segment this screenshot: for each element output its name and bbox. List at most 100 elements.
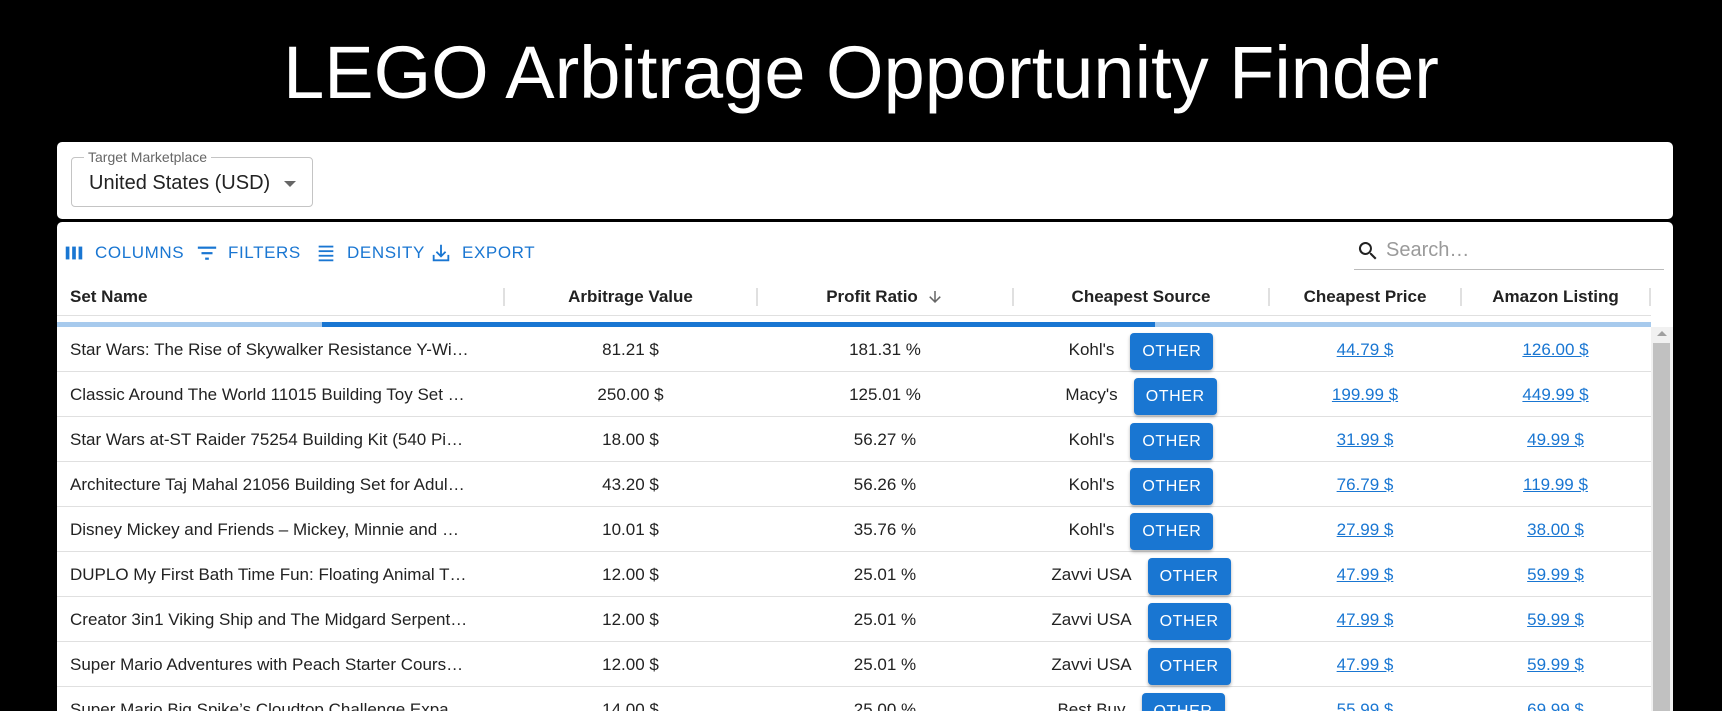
search-icon	[1358, 241, 1377, 259]
column-header-cheapest-price[interactable]: Cheapest Price	[1270, 278, 1460, 316]
cell-arbitrage-value: 12.00 $	[602, 609, 659, 629]
cheapest-price-link[interactable]: 47.99 $	[1337, 655, 1394, 675]
cheapest-price-link[interactable]: 47.99 $	[1337, 565, 1394, 585]
source-name: Kohl's	[1068, 519, 1115, 539]
cheapest-price-link[interactable]: 31.99 $	[1337, 430, 1394, 450]
source-name: Zavvi USA	[1051, 564, 1132, 584]
column-header-amazon-listing[interactable]: Amazon Listing	[1462, 278, 1649, 316]
cell-cheapest-source: Best Buy OTHER	[1014, 687, 1268, 711]
amazon-listing-link[interactable]: 449.99 $	[1522, 385, 1588, 405]
source-type-button[interactable]: OTHER	[1141, 693, 1225, 711]
marketplace-select-label: Target Marketplace	[84, 149, 212, 165]
source-type-button[interactable]: OTHER	[1147, 603, 1231, 640]
set-name-text: Architecture Taj Mahal 21056 Building Se…	[70, 474, 465, 494]
source-name: Macy's	[1065, 384, 1118, 404]
cheapest-price-link[interactable]: 27.99 $	[1337, 520, 1394, 540]
cell-amazon-listing: 69.99 $	[1462, 687, 1649, 711]
cell-profit-ratio: 25.00 %	[853, 699, 917, 711]
cell-amazon-listing: 49.99 $	[1462, 417, 1649, 462]
cell-cheapest-price: 76.79 $	[1270, 462, 1460, 507]
marketplace-select[interactable]: Target Marketplace United States (USD)	[71, 149, 313, 207]
cell-amazon-listing: 38.00 $	[1462, 507, 1649, 552]
amazon-listing-link[interactable]: 59.99 $	[1527, 655, 1584, 675]
cell-cheapest-price: 31.99 $	[1270, 417, 1460, 462]
cell-cheapest-price: 27.99 $	[1270, 507, 1460, 552]
amazon-listing-link[interactable]: 49.99 $	[1527, 430, 1584, 450]
cell-cheapest-source: Macy's OTHER	[1014, 372, 1268, 417]
cell-arbitrage-value: 14.00 $	[602, 699, 659, 711]
cell-cheapest-price: 44.79 $	[1270, 327, 1460, 372]
cell-arbitrage-value: 81.21 $	[602, 339, 659, 359]
cheapest-price-link[interactable]: 47.99 $	[1337, 610, 1394, 630]
density-button[interactable]: DENSITY	[315, 239, 425, 267]
dropdown-caret-icon[interactable]	[284, 181, 296, 187]
source-name: Zavvi USA	[1051, 609, 1132, 629]
cell-amazon-listing: 59.99 $	[1462, 552, 1649, 597]
column-header-label: Profit Ratio	[826, 287, 918, 306]
set-name-text: DUPLO My First Bath Time Fun: Floating A…	[70, 564, 467, 584]
cell-amazon-listing: 126.00 $	[1462, 327, 1649, 372]
column-header-label: Amazon Listing	[1492, 287, 1619, 306]
cell-set-name: Architecture Taj Mahal 21056 Building Se…	[70, 462, 490, 507]
sort-descending-icon[interactable]	[926, 288, 944, 306]
export-button[interactable]: EXPORT	[430, 239, 535, 267]
amazon-listing-link[interactable]: 126.00 $	[1522, 340, 1588, 360]
filters-button[interactable]: FILTERS	[196, 239, 301, 267]
vertical-scrollbar[interactable]	[1651, 327, 1673, 711]
scroll-up-arrow-icon[interactable]	[1657, 331, 1667, 336]
density-icon	[318, 245, 334, 262]
table-row[interactable]: Star Wars at-ST Raider 75254 Building Ki…	[57, 417, 1651, 462]
amazon-listing-link[interactable]: 59.99 $	[1527, 565, 1584, 585]
source-type-button[interactable]: OTHER	[1147, 648, 1231, 685]
cell-arbitrage-value: 18.00 $	[602, 429, 659, 449]
cell-profit-ratio: 25.01 %	[853, 654, 917, 674]
cell-amazon-listing: 119.99 $	[1462, 462, 1649, 507]
source-name: Zavvi USA	[1051, 654, 1132, 674]
search-input[interactable]	[1386, 239, 1646, 262]
cell-set-name: Super Mario Big Spike’s Cloudtop Challen…	[70, 687, 490, 711]
cheapest-price-link[interactable]: 76.79 $	[1337, 475, 1394, 495]
source-type-button[interactable]: OTHER	[1130, 333, 1214, 370]
cheapest-price-link[interactable]: 44.79 $	[1337, 340, 1394, 360]
filter-icon	[197, 246, 217, 260]
cell-cheapest-price: 47.99 $	[1270, 642, 1460, 687]
amazon-listing-link[interactable]: 119.99 $	[1523, 475, 1588, 495]
cell-arbitrage-value: 250.00 $	[597, 384, 664, 404]
column-header-cheapest-source[interactable]: Cheapest Source	[1014, 278, 1268, 316]
table-row[interactable]: Classic Around The World 11015 Building …	[57, 372, 1651, 417]
table-row[interactable]: Disney Mickey and Friends – Mickey, Minn…	[57, 507, 1651, 552]
cheapest-price-link[interactable]: 199.99 $	[1332, 385, 1398, 405]
table-row[interactable]: Creator 3in1 Viking Ship and The Midgard…	[57, 597, 1651, 642]
amazon-listing-link[interactable]: 38.00 $	[1527, 520, 1584, 540]
columns-button[interactable]: COLUMNS	[63, 239, 184, 267]
amazon-listing-link[interactable]: 69.99 $	[1527, 700, 1584, 711]
cell-amazon-listing: 59.99 $	[1462, 597, 1649, 642]
cell-cheapest-source: Kohl's OTHER	[1014, 462, 1268, 507]
column-header-label: Set Name	[70, 287, 148, 306]
table-row[interactable]: Super Mario Adventures with Peach Starte…	[57, 642, 1651, 687]
set-name-text: Star Wars at-ST Raider 75254 Building Ki…	[70, 429, 464, 449]
source-type-button[interactable]: OTHER	[1130, 423, 1214, 460]
table-row[interactable]: Super Mario Big Spike’s Cloudtop Challen…	[57, 687, 1651, 711]
cell-cheapest-source: Kohl's OTHER	[1014, 327, 1268, 372]
source-type-button[interactable]: OTHER	[1130, 513, 1214, 550]
table-row[interactable]: Architecture Taj Mahal 21056 Building Se…	[57, 462, 1651, 507]
cheapest-price-link[interactable]: 55.99 $	[1337, 700, 1394, 711]
cell-arbitrage-value: 43.20 $	[602, 474, 659, 494]
amazon-listing-link[interactable]: 59.99 $	[1527, 610, 1584, 630]
source-type-button[interactable]: OTHER	[1147, 558, 1231, 595]
source-type-button[interactable]: OTHER	[1133, 378, 1217, 415]
cell-set-name: DUPLO My First Bath Time Fun: Floating A…	[70, 552, 490, 597]
table-row[interactable]: Star Wars: The Rise of Skywalker Resista…	[57, 327, 1651, 372]
source-type-button[interactable]: OTHER	[1130, 468, 1214, 505]
set-name-text: Super Mario Big Spike’s Cloudtop Challen…	[70, 699, 466, 711]
column-separator[interactable]	[1649, 288, 1651, 306]
cell-cheapest-source: Zavvi USA OTHER	[1014, 597, 1268, 642]
column-header-arbitrage-value[interactable]: Arbitrage Value	[505, 278, 756, 316]
scroll-thumb[interactable]	[1653, 343, 1670, 711]
table-row[interactable]: DUPLO My First Bath Time Fun: Floating A…	[57, 552, 1651, 597]
column-header-label: Cheapest Price	[1303, 287, 1427, 306]
column-header-profit-ratio[interactable]: Profit Ratio	[758, 278, 1012, 316]
data-grid: COLUMNS FILTERS DENSITY EXPORT Set Name	[57, 222, 1673, 711]
column-header-set-name[interactable]: Set Name	[57, 278, 503, 316]
